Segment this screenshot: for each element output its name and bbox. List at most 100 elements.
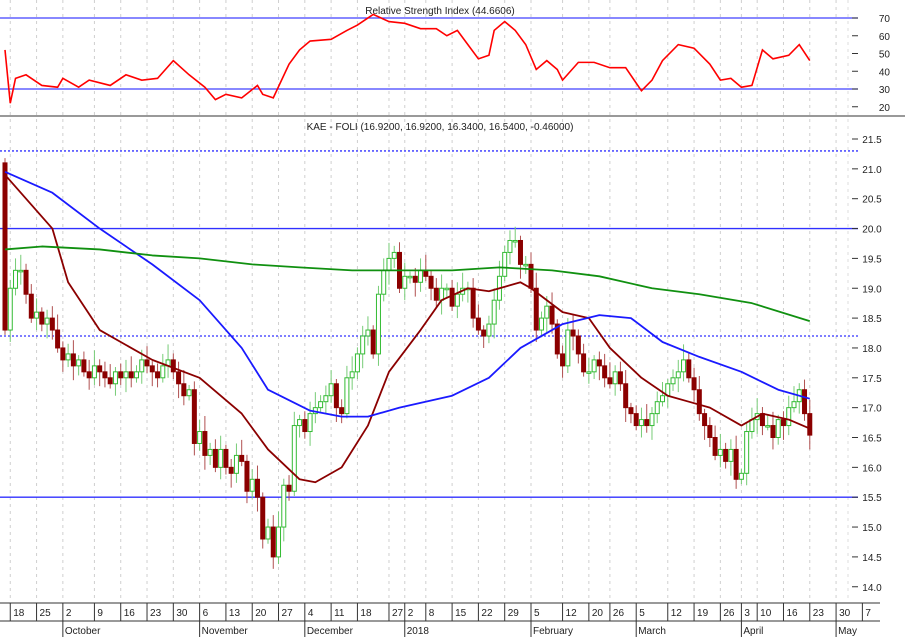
date-tick-label: 22 [481, 608, 493, 619]
date-tick-label: 26 [613, 608, 625, 619]
candle-up [297, 419, 303, 427]
candle-down [28, 293, 34, 319]
candle-up [523, 263, 529, 267]
price-tick-label: 17.0 [862, 404, 882, 415]
candle-up [18, 269, 24, 273]
date-tick-label: 6 [203, 608, 209, 619]
candle-down [155, 371, 161, 379]
candle-down [644, 419, 650, 427]
price-tick-label: 15.0 [862, 523, 882, 534]
candle-up [218, 448, 224, 468]
date-tick-label: 9 [97, 608, 103, 619]
candle-down [696, 389, 702, 415]
candle-up [486, 323, 492, 337]
vertical-gridlines [9, 0, 849, 600]
candle-down [270, 526, 276, 558]
price-tick-label: 14.0 [862, 583, 882, 594]
candle-down [428, 275, 434, 289]
candle-up [544, 305, 550, 319]
candle-down [260, 496, 266, 540]
rsi-title: Relative Strength Index (44.6606) [365, 6, 515, 17]
candle-down [60, 347, 66, 361]
candle-down [602, 365, 608, 379]
month-label: February [533, 626, 573, 637]
candle-down [575, 335, 581, 355]
candle-up [660, 395, 665, 403]
month-label: November [202, 626, 249, 637]
price-tick-label: 21.0 [862, 165, 882, 176]
date-tick-label: 16 [786, 608, 798, 619]
candle-down [102, 371, 108, 379]
candle-up [360, 335, 366, 355]
candle-down [149, 365, 155, 373]
date-tick-label: 27 [392, 608, 404, 619]
candle-down [723, 448, 729, 462]
candle-up [349, 371, 355, 379]
candle-down [302, 419, 308, 433]
date-tick-label: 18 [360, 608, 372, 619]
rsi-tick-label: 30 [879, 85, 891, 96]
candle-up [381, 269, 387, 295]
candle-up [134, 371, 139, 379]
candle-down [191, 389, 197, 444]
candle-up [539, 317, 545, 331]
date-tick-label: 4 [308, 608, 314, 619]
rsi-tick-label: 70 [879, 14, 891, 25]
candle-down [607, 377, 613, 385]
candle-down [228, 466, 234, 474]
candle-up [318, 401, 324, 409]
date-tick-label: 16 [124, 608, 136, 619]
candle-down [712, 437, 718, 456]
date-tick-label: 3 [744, 608, 750, 619]
candle-down [412, 275, 418, 283]
date-tick-label: 2 [66, 608, 72, 619]
date-tick-label: 5 [534, 608, 540, 619]
date-tick-label: 2 [408, 608, 414, 619]
price-tick-label: 21.5 [862, 135, 882, 146]
candle-up [233, 454, 239, 474]
candle-down [170, 359, 176, 373]
candle-down [223, 448, 229, 468]
candle-down [333, 383, 339, 409]
candle-up [160, 365, 166, 379]
price-panel: KAE - FOLI (16.9200, 16.9200, 16.3400, 1… [0, 122, 882, 594]
candle-down [286, 484, 292, 492]
candle-down [707, 425, 713, 438]
price-tick-label: 19.5 [862, 254, 882, 265]
candle-up [638, 419, 644, 427]
candle-down [181, 383, 187, 397]
date-tick-label: 18 [13, 608, 25, 619]
candle-up [591, 359, 597, 373]
candle-up [502, 251, 508, 277]
candle-up [649, 413, 655, 427]
rsi-tick-label: 40 [879, 67, 891, 78]
rsi-tick-label: 60 [879, 32, 891, 43]
date-tick-label: 30 [176, 608, 188, 619]
date-tick-label: 10 [760, 608, 772, 619]
candle-down [581, 353, 587, 373]
candle-up [512, 239, 518, 243]
candle-up [7, 287, 13, 331]
candle-down [433, 287, 439, 301]
candle-up [265, 526, 271, 540]
candle-up [186, 389, 192, 397]
candle-down [517, 239, 523, 265]
candle-up [328, 383, 334, 397]
month-label: December [307, 626, 354, 637]
candle-down [733, 448, 739, 480]
candle-down [549, 305, 555, 325]
candle-down [528, 263, 534, 289]
candle-up [454, 293, 460, 307]
candle-up [123, 371, 129, 379]
date-tick-label: 7 [865, 608, 871, 619]
price-tick-label: 18.0 [862, 344, 882, 355]
candle-down [807, 413, 813, 436]
date-tick-label: 30 [839, 608, 851, 619]
candle-up [307, 413, 313, 433]
candle-up [675, 371, 681, 379]
candle-up [112, 371, 118, 385]
candle-down [449, 287, 455, 307]
candle-up [728, 448, 734, 462]
candle-down [370, 329, 376, 355]
candle-down [97, 365, 103, 373]
